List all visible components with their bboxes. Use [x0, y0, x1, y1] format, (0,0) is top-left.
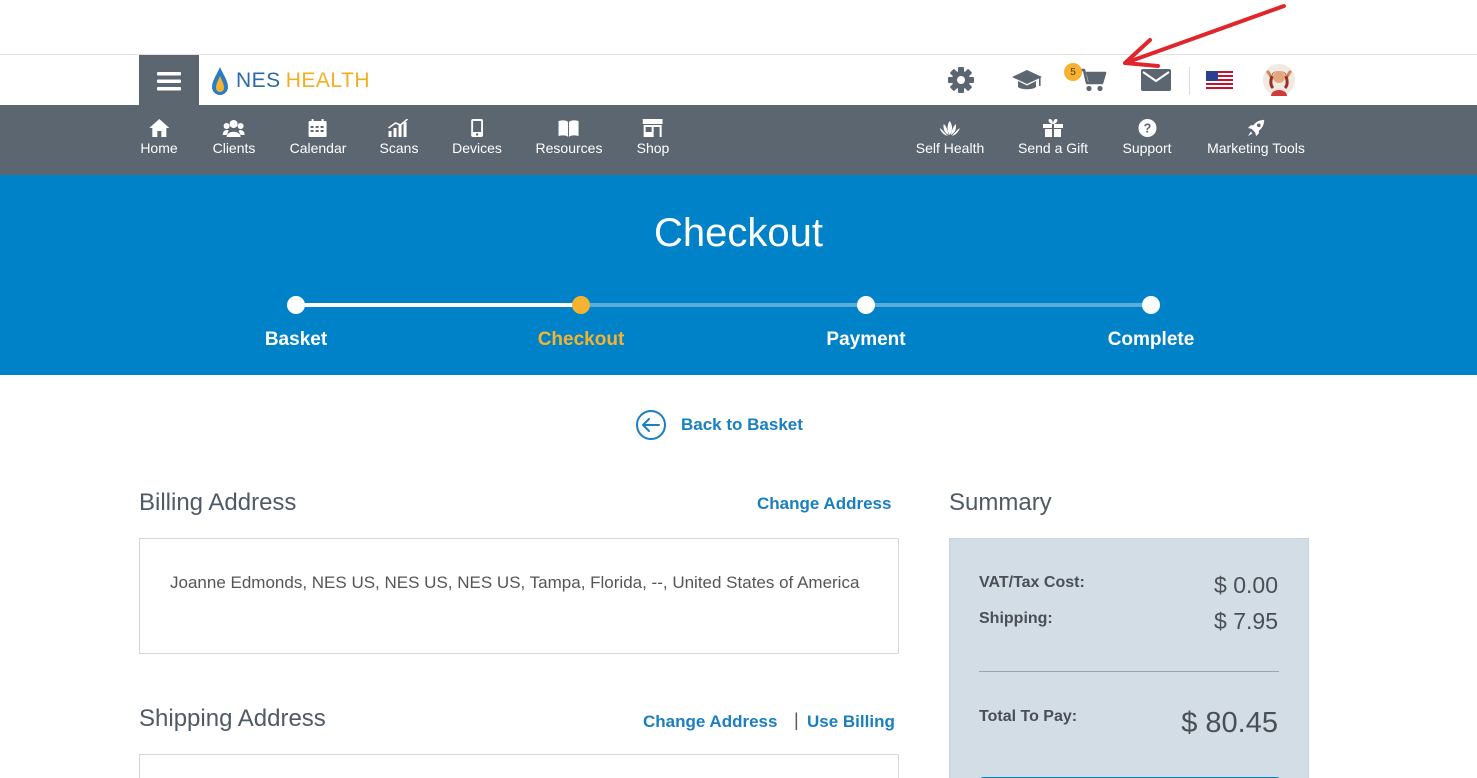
- nav-send-gift[interactable]: Send a Gift: [1018, 105, 1088, 175]
- step-label-checkout: Checkout: [537, 329, 625, 350]
- hamburger-icon: [157, 71, 181, 90]
- nav-shop-label: Shop: [636, 140, 670, 156]
- shipping-cost-label: Shipping:: [979, 610, 1053, 627]
- mail-icon: [1141, 69, 1171, 91]
- nav-support-label: Support: [1122, 140, 1172, 156]
- cart-count-badge: 5: [1064, 63, 1082, 81]
- nav-resources[interactable]: Resources: [535, 105, 603, 175]
- cart-icon: [1080, 68, 1107, 92]
- link-separator: |: [794, 710, 799, 730]
- nav-self-health[interactable]: Self Health: [916, 105, 984, 175]
- logo-nes-text: NES: [236, 69, 281, 92]
- vat-label: VAT/Tax Cost:: [979, 574, 1085, 591]
- svg-text:?: ?: [1143, 122, 1151, 136]
- nav-support[interactable]: ? Support: [1122, 105, 1172, 175]
- hamburger-menu-button[interactable]: [139, 55, 199, 106]
- shipping-address-box: [139, 754, 899, 778]
- phone-icon: [470, 119, 483, 137]
- use-billing-link[interactable]: Use Billing: [807, 712, 895, 732]
- billing-address-title: Billing Address: [139, 489, 297, 516]
- billing-change-address-link[interactable]: Change Address: [757, 494, 891, 514]
- step-label-basket[interactable]: Basket: [265, 329, 327, 351]
- summary-title: Summary: [949, 489, 1052, 516]
- order-summary-panel: VAT/Tax Cost: $ 0.00 Shipping: $ 7.95 To…: [949, 538, 1309, 778]
- step-dot-checkout: [572, 296, 590, 314]
- main-nav: Home Clients Calendar Scans Devices Reso…: [0, 105, 1477, 175]
- header-divider: [1189, 67, 1190, 95]
- back-arrow-icon: [636, 410, 666, 440]
- top-header: NES HEALTH 5: [0, 54, 1477, 106]
- step-dot-complete: [1142, 296, 1160, 314]
- us-flag-icon: [1205, 71, 1233, 89]
- nav-shop[interactable]: Shop: [636, 105, 670, 175]
- nav-devices[interactable]: Devices: [452, 105, 502, 175]
- nav-calendar-label: Calendar: [289, 140, 347, 156]
- shipping-cost-value: $ 7.95: [1214, 608, 1278, 634]
- rocket-icon: [1247, 119, 1265, 137]
- nav-scans[interactable]: Scans: [379, 105, 419, 175]
- nav-devices-label: Devices: [452, 140, 502, 156]
- gear-icon: [948, 67, 974, 93]
- lotus-icon: [939, 121, 960, 136]
- nav-scans-label: Scans: [379, 140, 419, 156]
- checkout-hero: Checkout Basket Checkout Payment Complet…: [0, 175, 1477, 375]
- nes-health-logo[interactable]: NES HEALTH: [210, 65, 370, 97]
- page: NES HEALTH 5 Home Clients Calendar Scans…: [0, 0, 1477, 778]
- calendar-icon: [308, 119, 327, 137]
- progress-line-complete: [296, 303, 581, 307]
- language-button[interactable]: [1205, 65, 1233, 95]
- gift-icon: [1042, 119, 1063, 137]
- total-value: $ 80.45: [1181, 707, 1278, 739]
- vat-value: $ 0.00: [1214, 572, 1278, 598]
- settings-button[interactable]: [946, 65, 976, 95]
- summary-divider: [979, 671, 1279, 672]
- book-icon: [558, 120, 579, 137]
- billing-address-box: Joanne Edmonds, NES US, NES US, NES US, …: [139, 538, 899, 654]
- step-label-payment: Payment: [826, 329, 906, 350]
- shipping-change-address-link[interactable]: Change Address: [643, 712, 777, 732]
- avatar-image: [1263, 64, 1295, 96]
- nav-home-label: Home: [140, 140, 178, 156]
- graduation-cap-icon: [1012, 70, 1042, 90]
- cart-button[interactable]: 5: [1064, 63, 1108, 95]
- nav-calendar[interactable]: Calendar: [289, 105, 347, 175]
- avatar[interactable]: [1262, 64, 1296, 96]
- nav-clients-label: Clients: [212, 140, 256, 156]
- nav-marketing-tools[interactable]: Marketing Tools: [1207, 105, 1305, 175]
- nav-self-health-label: Self Health: [915, 140, 985, 156]
- nav-clients[interactable]: Clients: [212, 105, 256, 175]
- nav-send-gift-label: Send a Gift: [1017, 140, 1089, 156]
- nav-marketing-tools-label: Marketing Tools: [1207, 140, 1305, 156]
- back-to-basket-label: Back to Basket: [681, 415, 803, 434]
- billing-address-text: Joanne Edmonds, NES US, NES US, NES US, …: [170, 573, 860, 592]
- shop-icon: [642, 119, 663, 137]
- bar-chart-icon: [388, 119, 409, 137]
- step-label-complete: Complete: [1107, 329, 1195, 350]
- total-label: Total To Pay:: [979, 708, 1078, 725]
- messages-button[interactable]: [1140, 65, 1172, 95]
- users-icon: [222, 120, 245, 137]
- shipping-address-title: Shipping Address: [139, 705, 326, 732]
- page-title: Checkout: [654, 211, 823, 255]
- nav-resources-label: Resources: [535, 140, 603, 156]
- training-button[interactable]: [1010, 65, 1044, 95]
- back-to-basket-link[interactable]: Back to Basket: [636, 410, 803, 440]
- question-circle-icon: ?: [1137, 119, 1156, 137]
- drop-logo-icon: [212, 67, 228, 95]
- step-dot-payment: [857, 296, 875, 314]
- home-icon: [148, 119, 169, 137]
- logo-health-text: HEALTH: [285, 69, 370, 92]
- step-dot-basket: [287, 296, 305, 314]
- nav-home[interactable]: Home: [140, 105, 178, 175]
